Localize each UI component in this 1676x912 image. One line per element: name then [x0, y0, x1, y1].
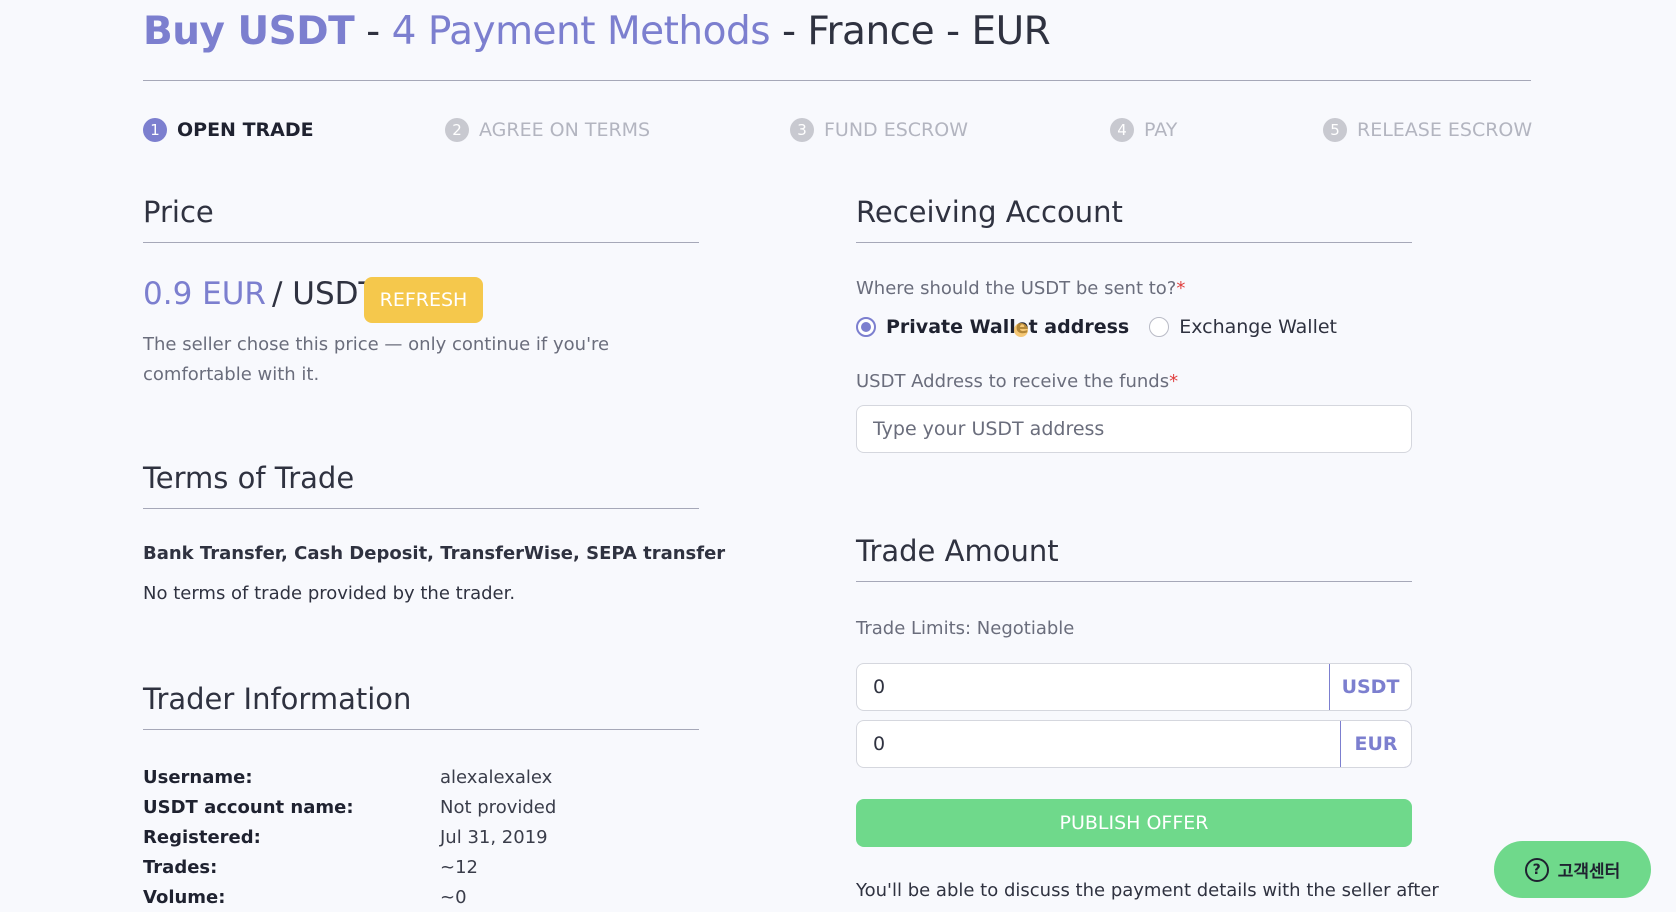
refresh-button[interactable]: REFRESH [364, 277, 483, 323]
price-heading: Price [143, 195, 214, 229]
step-fund-escrow: 3 FUND ESCROW [790, 118, 968, 142]
step-number-badge: 1 [143, 118, 167, 142]
payment-methods: Bank Transfer, Cash Deposit, TransferWis… [143, 543, 726, 564]
info-label: Volume: [143, 886, 226, 908]
step-label: FUND ESCROW [824, 119, 968, 141]
terms-heading: Terms of Trade [143, 461, 355, 495]
customer-center-label: 고객센터 [1557, 862, 1621, 882]
eur-currency-tag: EUR [1340, 721, 1411, 767]
title-buy: Buy USDT [143, 9, 355, 54]
eur-amount-group: 0 EUR [856, 720, 1412, 768]
trade-amount-divider [856, 581, 1412, 582]
customer-center-button[interactable]: ? 고객센터 [1494, 841, 1651, 898]
step-number-badge: 5 [1323, 118, 1347, 142]
radio-exchange-wallet[interactable]: Exchange Wallet [1149, 316, 1337, 338]
usdt-amount-input[interactable]: 0 [857, 664, 1329, 710]
radio-label: Exchange Wallet [1179, 316, 1338, 338]
eur-amount-input[interactable]: 0 [857, 721, 1340, 767]
radio-unchecked-icon[interactable] [1149, 317, 1170, 337]
trader-divider [143, 729, 699, 730]
price-unit: / USDT [271, 276, 378, 312]
info-label: Username: [143, 766, 253, 788]
radio-private-wallet[interactable]: Private Wallet address [856, 316, 1129, 338]
radio-label: Private Wallet address [886, 316, 1130, 338]
radio-checked-icon[interactable] [856, 317, 876, 337]
page-title: Buy USDT - 4 Payment Methods - France - … [143, 9, 1051, 54]
info-row-trades: Trades: ~12 [143, 852, 556, 882]
terms-divider [143, 508, 699, 509]
step-label: PAY [1144, 119, 1178, 141]
trade-limits: Trade Limits: Negotiable [856, 618, 1075, 639]
receiving-divider [856, 242, 1412, 243]
wallet-type-radio-group: Private Wallet address Exchange Wallet [856, 316, 1337, 338]
info-row-volume: Volume: ~0 [143, 882, 556, 912]
required-mark: * [1176, 278, 1186, 299]
trade-amount-heading: Trade Amount [856, 534, 1059, 568]
mouse-cursor-indicator [1014, 323, 1028, 337]
usdt-currency-tag: USDT [1329, 664, 1411, 710]
step-label: RELEASE ESCROW [1357, 119, 1533, 141]
payment-details-note: You'll be able to discuss the payment de… [856, 880, 1439, 901]
trader-info-table: Username: alexalexalex USDT account name… [143, 762, 556, 912]
address-label: USDT Address to receive the funds* [856, 371, 1179, 392]
trader-heading: Trader Information [143, 682, 412, 716]
info-label: Registered: [143, 826, 261, 848]
title-country: France - EUR [807, 9, 1051, 54]
price-note: The seller chose this price — only conti… [143, 334, 610, 385]
publish-offer-button[interactable]: PUBLISH OFFER [856, 799, 1412, 847]
price-display: 0.9 EUR / USDT [143, 276, 377, 312]
info-label: USDT account name: [143, 796, 354, 818]
info-value: Jul 31, 2019 [440, 826, 548, 848]
step-label: AGREE ON TERMS [479, 119, 651, 141]
info-value: ~12 [440, 856, 478, 878]
step-number-badge: 3 [790, 118, 814, 142]
info-label: Trades: [143, 856, 218, 878]
info-value: ~0 [440, 886, 467, 908]
step-number-badge: 4 [1110, 118, 1134, 142]
receiving-heading: Receiving Account [856, 195, 1123, 229]
progress-steps: 1 OPEN TRADE 2 AGREE ON TERMS 3 FUND ESC… [143, 118, 1532, 148]
step-release-escrow: 5 RELEASE ESCROW [1323, 118, 1532, 142]
info-row-username: Username: alexalexalex [143, 762, 556, 792]
required-mark: * [1169, 371, 1179, 392]
step-pay: 4 PAY [1110, 118, 1177, 142]
step-open-trade: 1 OPEN TRADE [143, 118, 314, 142]
price-amount: 0.9 EUR [143, 276, 266, 312]
info-row-account-name: USDT account name: Not provided [143, 792, 556, 822]
title-methods: 4 Payment Methods [391, 9, 771, 54]
step-label: OPEN TRADE [177, 119, 314, 141]
info-row-registered: Registered: Jul 31, 2019 [143, 822, 556, 852]
usdt-amount-group: 0 USDT [856, 663, 1412, 711]
price-divider [143, 242, 699, 243]
step-agree-on-terms: 2 AGREE ON TERMS [445, 118, 650, 142]
info-value: Not provided [440, 796, 557, 818]
title-divider [143, 80, 1531, 81]
destination-question: Where should the USDT be sent to?* [856, 278, 1186, 299]
usdt-address-input[interactable] [856, 405, 1412, 453]
info-value: alexalexalex [440, 766, 553, 788]
step-number-badge: 2 [445, 118, 469, 142]
question-icon: ? [1524, 857, 1549, 882]
terms-text: No terms of trade provided by the trader… [143, 583, 516, 604]
